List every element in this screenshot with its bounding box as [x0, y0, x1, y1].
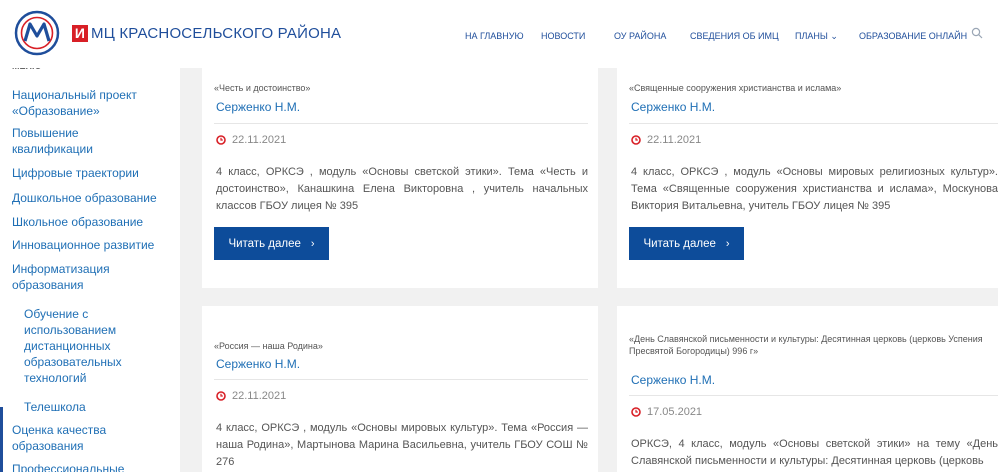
site-header: И МЦ КРАСНОСЕЛЬСКОГО РАЙОНА НА ГЛАВНУЮ Н… [0, 0, 998, 68]
search-icon[interactable] [971, 27, 983, 39]
sidebar-item-teleschool[interactable]: Телешкола [24, 399, 164, 415]
clock-icon [216, 391, 226, 401]
card-excerpt: ОРКСЭ, 4 класс, модуль «Основы светской … [631, 438, 998, 467]
card-excerpt: 4 класс, ОРКСЭ , модуль «Основы мировых … [631, 166, 998, 212]
sidebar-item-digital-paths[interactable]: Цифровые траектории [12, 165, 172, 181]
nav-schools[interactable]: ОУ РАЙОНА [614, 31, 666, 41]
card-excerpt: 4 класс, ОРКСЭ , модуль «Основы мировых … [216, 422, 588, 468]
news-card: «Священные сооружения христианства и исл… [617, 62, 998, 288]
card-author[interactable]: Серженко Н.М. [216, 100, 300, 114]
card-author[interactable]: Серженко Н.М. [216, 357, 300, 371]
card-date-text: 22.11.2021 [232, 390, 287, 402]
sidebar-item-school[interactable]: Школьное образование [12, 214, 172, 230]
sidebar-item-qualification[interactable]: Повышение квалификации [12, 125, 122, 157]
card-author[interactable]: Серженко Н.М. [631, 373, 715, 387]
card-date: 17.05.2021 [631, 406, 702, 418]
chevron-right-icon: › [310, 237, 315, 250]
brand-text: МЦ КРАСНОСЕЛЬСКОГО РАЙОНА [91, 25, 342, 42]
card-author[interactable]: Серженко Н.М. [631, 100, 715, 114]
card-divider [214, 123, 588, 124]
clock-icon [216, 135, 226, 145]
card-date: 22.11.2021 [216, 134, 286, 146]
card-date: 22.11.2021 [631, 134, 701, 146]
sidebar-item-quality[interactable]: Оценка качества образования [12, 422, 132, 454]
news-card: «Честь и достоинство» Серженко Н.М. 22.1… [202, 62, 598, 288]
site-title[interactable]: И МЦ КРАСНОСЕЛЬСКОГО РАЙОНА [72, 25, 341, 42]
sidebar-item-distance-learning[interactable]: Обучение с использованием дистанционных … [24, 306, 152, 386]
nav-plans[interactable]: ПЛАНЫ ⌄ [795, 31, 838, 42]
news-card: «Россия — наша Родина» Серженко Н.М. 22.… [202, 306, 598, 472]
read-more-button[interactable]: Читать далее › [629, 227, 744, 260]
card-date-text: 22.11.2021 [647, 134, 702, 146]
card-category: «Священные сооружения христианства и исл… [629, 83, 842, 93]
nav-home[interactable]: НА ГЛАВНУЮ [465, 31, 524, 41]
sidebar-item-informatization[interactable]: Информатизация образования [12, 261, 142, 293]
nav-news[interactable]: НОВОСТИ [541, 31, 585, 41]
news-card: «День Славянской письменности и культуры… [617, 306, 998, 472]
sidebar-item-innovation[interactable]: Инновационное развитие [12, 237, 172, 253]
card-date: 22.11.2021 [216, 390, 286, 402]
card-category: «Честь и достоинство» [214, 83, 311, 93]
site-logo-icon[interactable] [14, 10, 60, 56]
sidebar-item-preschool[interactable]: Дошкольное образование [12, 190, 172, 206]
sidebar-menu: МЕНЮ Национальный проект «Образование» П… [0, 50, 180, 472]
card-excerpt: 4 класс, ОРКСЭ , модуль «Основы светской… [216, 166, 588, 212]
chevron-right-icon: › [725, 237, 730, 250]
nav-about[interactable]: СВЕДЕНИЯ ОБ ИМЦ [690, 31, 779, 41]
sidebar-item-national-project[interactable]: Национальный проект «Образование» [12, 87, 172, 119]
clock-icon [631, 407, 641, 417]
card-divider [629, 395, 998, 396]
read-more-label: Читать далее [228, 237, 301, 250]
sidebar-item-professional[interactable]: Профессиональные [12, 461, 172, 472]
card-date-text: 22.11.2021 [232, 134, 287, 146]
read-more-button[interactable]: Читать далее › [214, 227, 329, 260]
brand-mark: И [72, 25, 88, 42]
card-divider [629, 123, 998, 124]
sidebar-active-marker [0, 407, 3, 472]
clock-icon [631, 135, 641, 145]
nav-online-education[interactable]: ОБРАЗОВАНИЕ ОНЛАЙН [859, 31, 967, 41]
read-more-label: Читать далее [643, 237, 716, 250]
card-divider [214, 379, 588, 380]
card-date-text: 17.05.2021 [647, 406, 703, 418]
card-category: «Россия — наша Родина» [214, 341, 323, 351]
card-category: «День Славянской письменности и культуры… [629, 334, 983, 356]
